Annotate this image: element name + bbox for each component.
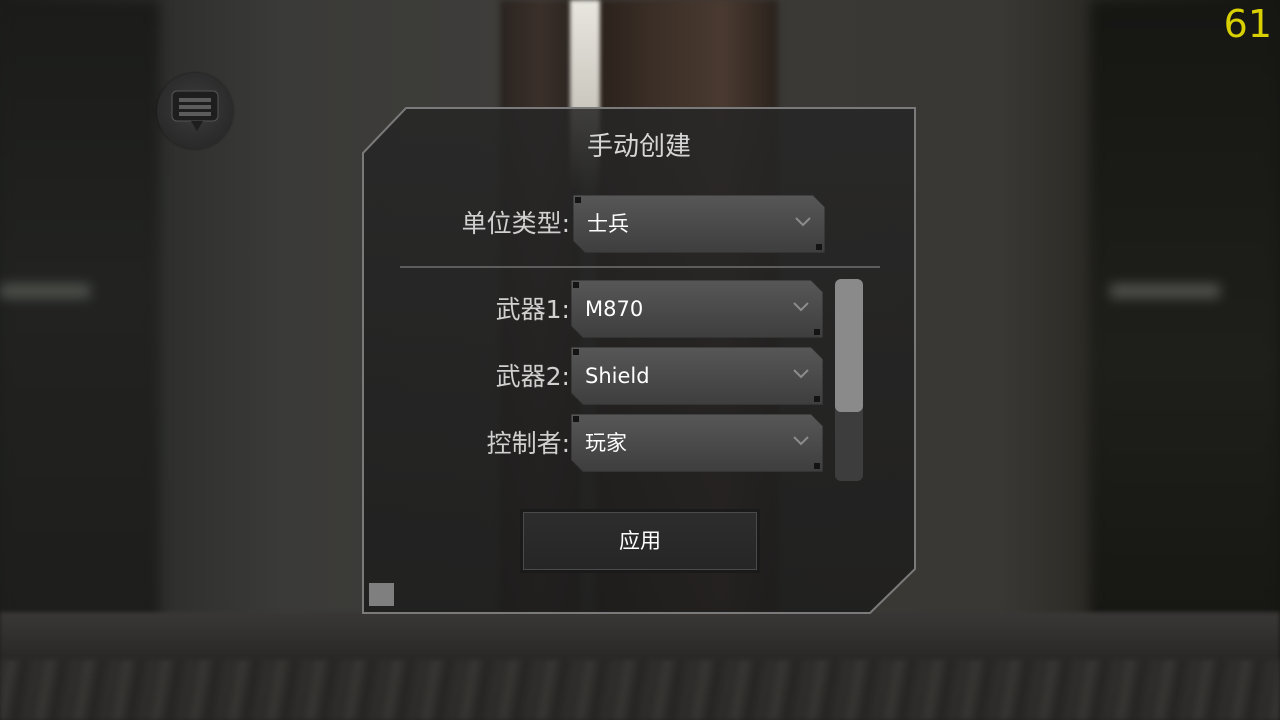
controller-value: 玩家 bbox=[585, 431, 627, 455]
chevron-down-icon bbox=[793, 369, 809, 379]
chevron-down-icon bbox=[793, 302, 809, 312]
apply-button[interactable]: 应用 bbox=[520, 509, 760, 573]
section-divider bbox=[400, 266, 880, 268]
dropdown-corner-marker bbox=[573, 282, 579, 288]
unit-type-dropdown[interactable]: 士兵 bbox=[573, 195, 825, 253]
weapon2-label: 武器2: bbox=[495, 362, 570, 391]
weapon1-dropdown[interactable]: M870 bbox=[571, 280, 823, 338]
weapon1-value: M870 bbox=[585, 297, 644, 321]
unit-type-value: 士兵 bbox=[587, 212, 629, 236]
chat-bubble-icon bbox=[171, 90, 219, 131]
weapon2-dropdown[interactable]: Shield bbox=[571, 347, 823, 405]
controller-dropdown[interactable]: 玩家 bbox=[571, 414, 823, 472]
dropdown-corner-marker bbox=[814, 329, 820, 335]
chat-button[interactable] bbox=[157, 73, 233, 149]
scene-floor-texture bbox=[0, 660, 1280, 720]
dropdown-corner-marker bbox=[575, 197, 581, 203]
scene-wall-strip-left bbox=[0, 284, 90, 298]
controller-label: 控制者: bbox=[486, 429, 570, 458]
dropdown-corner-marker bbox=[814, 396, 820, 402]
resize-handle[interactable] bbox=[369, 583, 394, 606]
dialog-title: 手动创建 bbox=[586, 132, 691, 162]
scene-wall-strip-right bbox=[1110, 284, 1220, 298]
dropdown-corner-marker bbox=[573, 416, 579, 422]
chevron-down-icon bbox=[795, 217, 811, 227]
chevron-down-icon bbox=[793, 436, 809, 446]
dropdown-corner-marker bbox=[573, 349, 579, 355]
fps-counter: 61 bbox=[1223, 2, 1272, 46]
weapon1-label: 武器1: bbox=[495, 295, 570, 324]
dropdown-corner-marker bbox=[814, 463, 820, 469]
unit-type-label: 单位类型: bbox=[461, 209, 570, 238]
scrollbar-thumb[interactable] bbox=[835, 279, 863, 412]
manual-create-dialog: 手动创建 单位类型: 士兵 武器1: M870 武器2: Shield 控制者:… bbox=[362, 107, 916, 614]
weapon2-value: Shield bbox=[585, 364, 650, 388]
dropdown-corner-marker bbox=[816, 244, 822, 250]
